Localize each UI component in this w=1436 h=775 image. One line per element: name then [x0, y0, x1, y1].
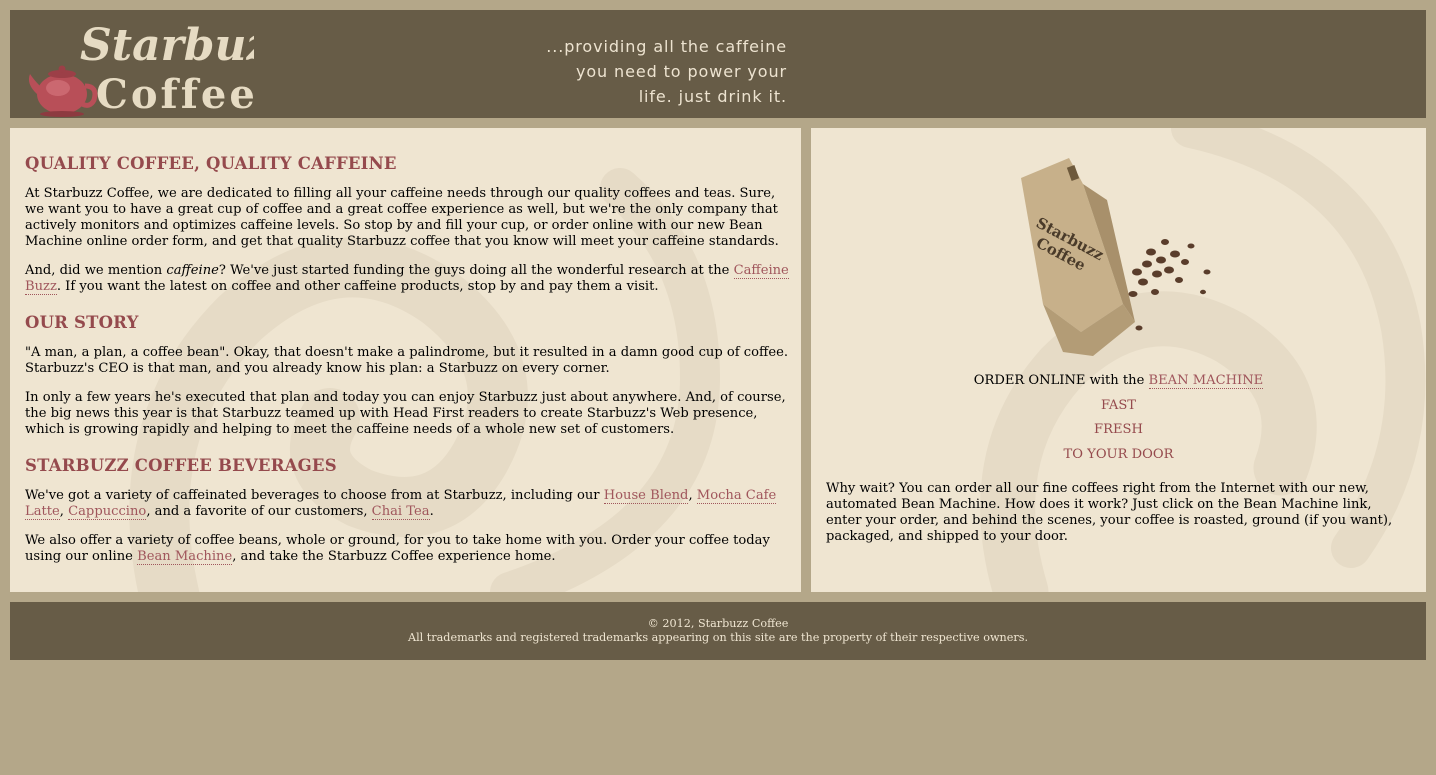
coffee-bag-image: Starbuzz Coffee [1011, 156, 1231, 366]
heading-quality-coffee: QUALITY COFFEE, QUALITY CAFFEINE [25, 154, 397, 173]
trademarks-text: All trademarks and registered trademarks… [408, 631, 1028, 644]
bean-machine-order-link[interactable]: BEAN MACHINE [1148, 373, 1264, 389]
to-your-door-text: TO YOUR DOOR [1063, 447, 1174, 462]
header: Starbuzz Coffee ...providing all the caf… [10, 10, 1426, 118]
house-blend-link[interactable]: House Blend [603, 488, 689, 504]
story-paragraph-2: In only a few years he's executed that p… [25, 390, 786, 437]
tagline: ...providing all the caffeine you need t… [530, 34, 787, 109]
coffee-beans-icon [1128, 239, 1211, 331]
sidebar: Starbuzz Coffee ORDER ONLINE with the BE… [811, 128, 1426, 592]
teapot-icon [28, 65, 98, 117]
fresh-text: FRESH [1094, 422, 1143, 437]
bean-machine-link[interactable]: Bean Machine [137, 549, 233, 565]
why-wait-paragraph: Why wait? You can order all our fine cof… [826, 481, 1393, 544]
heading-beverages: STARBUZZ COFFEE BEVERAGES [25, 456, 337, 475]
beverages-paragraph: We've got a variety of caffeinated bever… [25, 488, 777, 520]
coffee-bag-icon: Starbuzz Coffee [1021, 158, 1135, 356]
beans-paragraph: We also offer a variety of coffee beans,… [25, 533, 770, 565]
cappuccino-link[interactable]: Cappuccino [68, 504, 147, 520]
tagline-line: you need to power your [575, 62, 787, 81]
caffeine-paragraph: And, did we mention caffeine? We've just… [25, 263, 789, 295]
heading-our-story: OUR STORY [25, 313, 139, 332]
starbuzz-logo[interactable]: Starbuzz Coffee [24, 14, 254, 118]
footer: © 2012, Starbuzz Coffee All trademarks a… [10, 602, 1426, 660]
main-content: QUALITY COFFEE, QUALITY CAFFEINE At Star… [10, 128, 801, 592]
svg-text:Starbuzz: Starbuzz [80, 20, 254, 71]
logo-image: Starbuzz Coffee [28, 20, 254, 118]
order-online-text: ORDER ONLINE with the BEAN MACHINE [973, 373, 1264, 389]
svg-text:Coffee: Coffee [96, 71, 254, 118]
tagline-line: ...providing all the caffeine [546, 37, 787, 56]
copyright-text: © 2012, Starbuzz Coffee [647, 617, 789, 630]
story-paragraph-1: "A man, a plan, a coffee bean". Okay, th… [25, 345, 788, 376]
tagline-line: life. just drink it. [638, 87, 787, 106]
intro-paragraph: At Starbuzz Coffee, we are dedicated to … [25, 186, 779, 249]
fast-text: FAST [1100, 398, 1137, 413]
chai-tea-link[interactable]: Chai Tea [371, 504, 430, 520]
